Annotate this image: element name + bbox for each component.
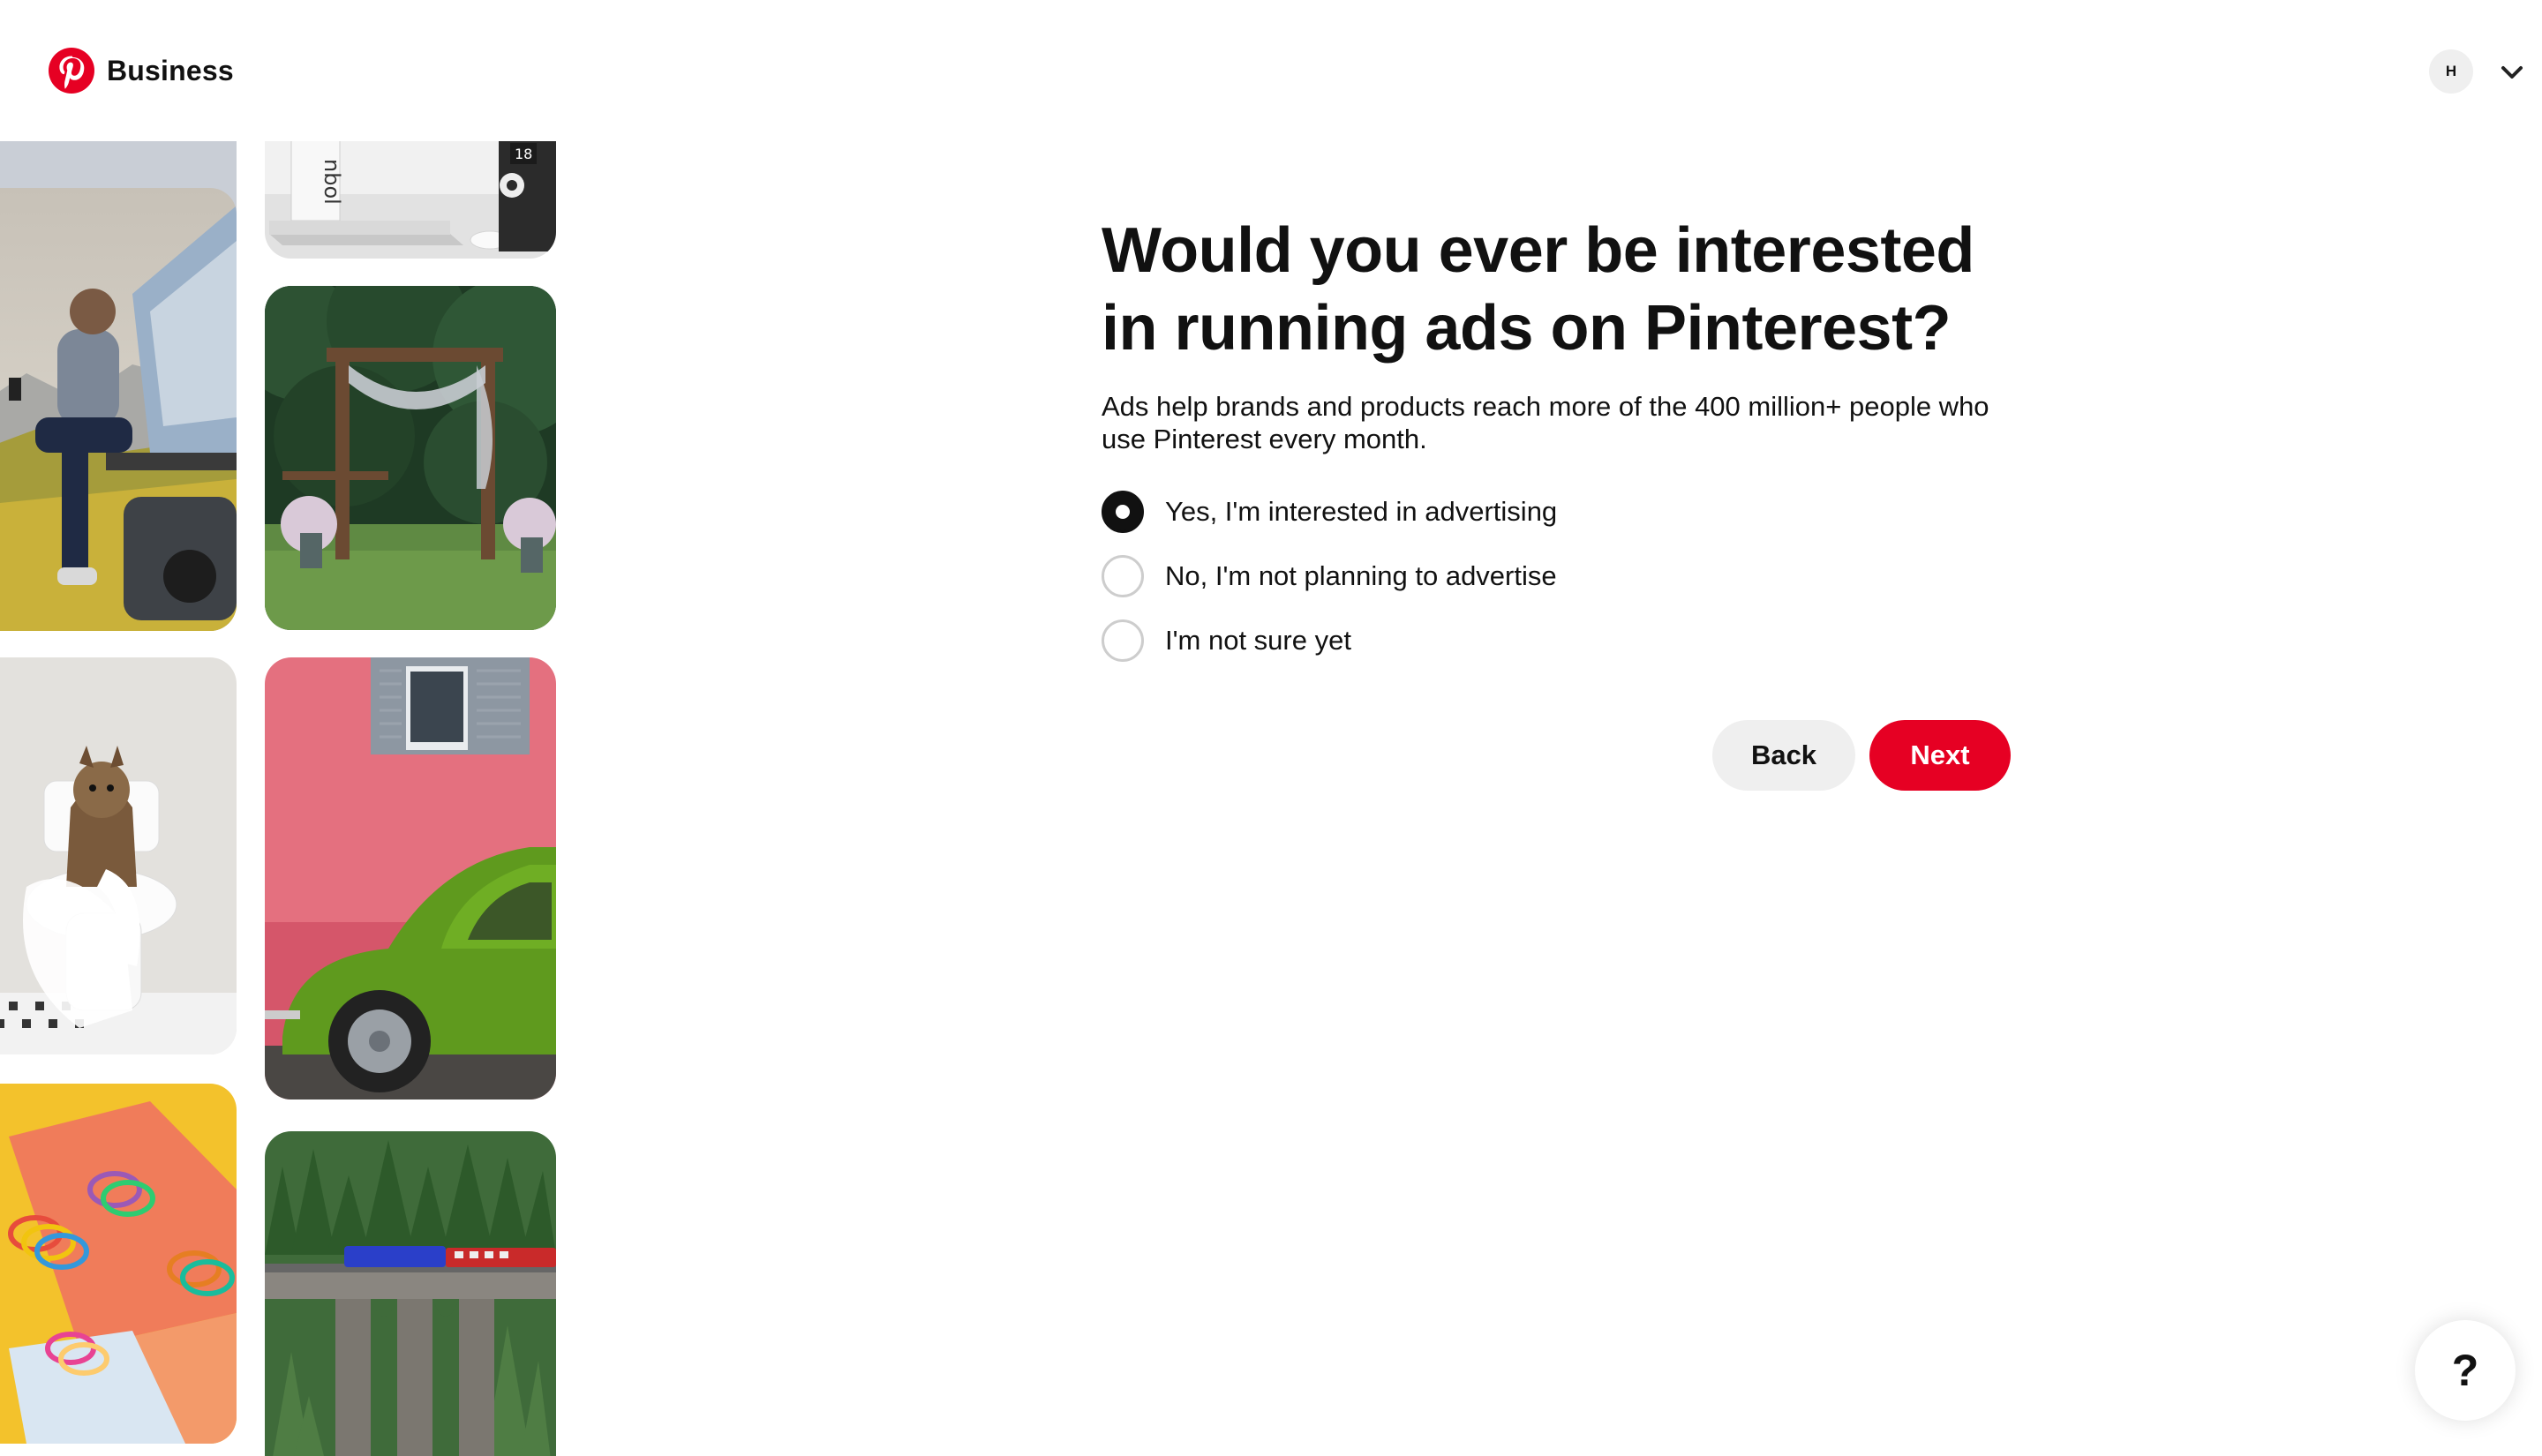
grid-image-laptop: nbol 18 bbox=[265, 141, 556, 259]
radio-button-selected[interactable] bbox=[1102, 491, 1144, 533]
business-logo[interactable]: Business bbox=[49, 48, 234, 94]
option-no[interactable]: No, I'm not planning to advertise bbox=[1102, 555, 2019, 597]
brand-label: Business bbox=[107, 54, 234, 86]
option-label: No, I'm not planning to advertise bbox=[1165, 560, 1557, 591]
help-button[interactable]: ? bbox=[2415, 1320, 2516, 1421]
option-label: I'm not sure yet bbox=[1165, 625, 1351, 656]
inspiration-image-grid: nbol 18 bbox=[0, 141, 565, 1456]
radio-button[interactable] bbox=[1102, 619, 1144, 662]
grid-image-camping-man bbox=[0, 188, 237, 631]
onboarding-question-panel: Would you ever be interested in running … bbox=[1102, 212, 2019, 684]
grid-image-dog bbox=[0, 657, 237, 1054]
option-label: Yes, I'm interested in advertising bbox=[1165, 496, 1558, 527]
page-subtitle: Ads help brands and products reach more … bbox=[1102, 391, 1989, 454]
pinterest-logo-icon bbox=[49, 48, 94, 94]
avatar[interactable]: H bbox=[2429, 49, 2473, 94]
header: Business H bbox=[0, 0, 2542, 141]
svg-text:nbol: nbol bbox=[320, 159, 344, 205]
chevron-down-icon[interactable] bbox=[2498, 58, 2526, 86]
back-button[interactable]: Back bbox=[1712, 720, 1855, 791]
svg-text:18: 18 bbox=[515, 146, 532, 162]
option-yes[interactable]: Yes, I'm interested in advertising bbox=[1102, 491, 2019, 533]
grid-image-train-viaduct bbox=[265, 1131, 556, 1456]
grid-image-wedding-arch bbox=[265, 286, 556, 630]
grid-image-slinky bbox=[0, 1084, 237, 1444]
next-button[interactable]: Next bbox=[1869, 720, 2011, 791]
grid-image-green-beetle bbox=[265, 657, 556, 1100]
advertising-interest-options: Yes, I'm interested in advertising No, I… bbox=[1102, 491, 2019, 662]
radio-button[interactable] bbox=[1102, 555, 1144, 597]
page-title: Would you ever be interested in running … bbox=[1102, 215, 1974, 364]
option-not-sure[interactable]: I'm not sure yet bbox=[1102, 619, 2019, 662]
navigation-buttons: Back Next bbox=[1712, 720, 2011, 791]
